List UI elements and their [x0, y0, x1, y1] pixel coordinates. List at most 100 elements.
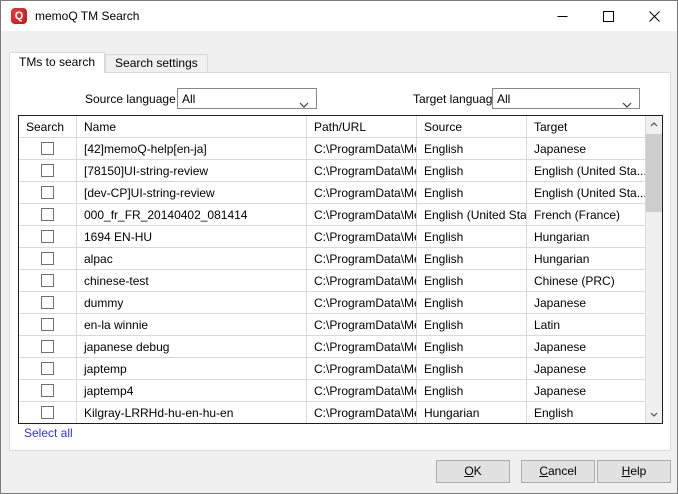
- tm-target-cell: Japanese: [527, 138, 662, 159]
- table-row[interactable]: dummyC:\ProgramData\Me...EnglishJapanese: [19, 292, 662, 314]
- tm-target-cell: Hungarian: [527, 248, 662, 269]
- table-header: Search Name Path/URL Source Target: [19, 116, 662, 138]
- tm-name-cell: chinese-test: [77, 270, 307, 291]
- table-row[interactable]: [78150]UI-string-reviewC:\ProgramData\Me…: [19, 160, 662, 182]
- select-all-link[interactable]: Select all: [24, 426, 73, 440]
- search-checkbox[interactable]: [41, 296, 54, 309]
- search-checkbox[interactable]: [41, 406, 54, 419]
- tm-path-cell: C:\ProgramData\Me...: [307, 160, 417, 181]
- table-row[interactable]: en-la winnieC:\ProgramData\Me...EnglishL…: [19, 314, 662, 336]
- tm-path-cell: C:\ProgramData\Me...: [307, 248, 417, 269]
- tm-source-cell: English: [417, 226, 527, 247]
- tm-name-cell: Kilgray-LRRHd-hu-en-hu-en: [77, 402, 307, 423]
- maximize-icon[interactable]: [585, 1, 631, 31]
- column-header-target[interactable]: Target: [527, 116, 662, 137]
- tm-path-cell: C:\ProgramData\Me...: [307, 226, 417, 247]
- close-icon[interactable]: [631, 1, 677, 31]
- search-cell: [19, 270, 77, 291]
- tm-target-cell: French (France): [527, 204, 662, 225]
- scrollbar-thumb[interactable]: [646, 134, 662, 212]
- table-row[interactable]: 1694 EN-HUC:\ProgramData\Me...EnglishHun…: [19, 226, 662, 248]
- search-checkbox[interactable]: [41, 340, 54, 353]
- search-cell: [19, 336, 77, 357]
- search-checkbox[interactable]: [41, 208, 54, 221]
- tm-name-cell: [78150]UI-string-review: [77, 160, 307, 181]
- table-row[interactable]: chinese-testC:\ProgramData\Me...EnglishC…: [19, 270, 662, 292]
- tm-name-cell: alpac: [77, 248, 307, 269]
- search-cell: [19, 138, 77, 159]
- source-language-label: Source language: [85, 92, 176, 106]
- tm-name-cell: [dev-CP]UI-string-review: [77, 182, 307, 203]
- chevron-down-icon: [299, 97, 309, 111]
- source-language-select[interactable]: All: [177, 88, 317, 109]
- tm-target-cell: Japanese: [527, 292, 662, 313]
- tm-target-cell: Hungarian: [527, 226, 662, 247]
- table-row[interactable]: [dev-CP]UI-string-reviewC:\ProgramData\M…: [19, 182, 662, 204]
- tm-table: Search Name Path/URL Source Target [42]m…: [18, 115, 663, 424]
- tm-source-cell: English: [417, 138, 527, 159]
- tab-page-tms-to-search: Source language All Target language All …: [9, 72, 671, 451]
- tab-search-settings[interactable]: Search settings: [105, 54, 208, 72]
- search-cell: [19, 402, 77, 423]
- tm-target-cell: English (United Sta...: [527, 160, 662, 181]
- tm-path-cell: C:\ProgramData\Me...: [307, 358, 417, 379]
- search-checkbox[interactable]: [41, 318, 54, 331]
- tm-source-cell: English: [417, 380, 527, 401]
- table-row[interactable]: Kilgray-LRRHd-hu-en-hu-enC:\ProgramData\…: [19, 402, 662, 424]
- tm-source-cell: English: [417, 270, 527, 291]
- ok-button[interactable]: OK: [436, 460, 510, 483]
- search-checkbox[interactable]: [41, 362, 54, 375]
- tm-path-cell: C:\ProgramData\Me...: [307, 182, 417, 203]
- column-header-search[interactable]: Search: [19, 116, 77, 137]
- search-cell: [19, 292, 77, 313]
- search-cell: [19, 160, 77, 181]
- column-header-path-url[interactable]: Path/URL: [307, 116, 417, 137]
- tm-target-cell: English (United Sta...: [527, 182, 662, 203]
- table-row[interactable]: 000_fr_FR_20140402_081414C:\ProgramData\…: [19, 204, 662, 226]
- column-header-name[interactable]: Name: [77, 116, 307, 137]
- tm-name-cell: 1694 EN-HU: [77, 226, 307, 247]
- table-row[interactable]: japtempC:\ProgramData\Me...EnglishJapane…: [19, 358, 662, 380]
- tm-path-cell: C:\ProgramData\Me...: [307, 204, 417, 225]
- search-checkbox[interactable]: [41, 252, 54, 265]
- tm-path-cell: C:\ProgramData\Me...: [307, 314, 417, 335]
- table-row[interactable]: alpacC:\ProgramData\Me...EnglishHungaria…: [19, 248, 662, 270]
- tm-source-cell: English: [417, 160, 527, 181]
- search-checkbox[interactable]: [41, 384, 54, 397]
- cancel-button[interactable]: Cancel: [521, 460, 595, 483]
- table-row[interactable]: japtemp4C:\ProgramData\Me...EnglishJapan…: [19, 380, 662, 402]
- tm-target-cell: Japanese: [527, 336, 662, 357]
- vertical-scrollbar[interactable]: [645, 116, 662, 423]
- search-cell: [19, 380, 77, 401]
- search-checkbox[interactable]: [41, 164, 54, 177]
- tm-source-cell: English: [417, 314, 527, 335]
- table-row[interactable]: japanese debugC:\ProgramData\Me...Englis…: [19, 336, 662, 358]
- table-row[interactable]: [42]memoQ-help[en-ja]C:\ProgramData\Me..…: [19, 138, 662, 160]
- tm-name-cell: japanese debug: [77, 336, 307, 357]
- tm-target-cell: Japanese: [527, 380, 662, 401]
- search-checkbox[interactable]: [41, 274, 54, 287]
- search-cell: [19, 182, 77, 203]
- search-cell: [19, 204, 77, 225]
- tabstrip: TMs to search Search settings: [9, 52, 208, 73]
- search-cell: [19, 248, 77, 269]
- search-checkbox[interactable]: [41, 230, 54, 243]
- tm-name-cell: en-la winnie: [77, 314, 307, 335]
- minimize-icon[interactable]: [539, 1, 585, 31]
- help-button[interactable]: Help: [597, 460, 671, 483]
- tm-target-cell: Japanese: [527, 358, 662, 379]
- search-checkbox[interactable]: [41, 142, 54, 155]
- scroll-down-icon[interactable]: [646, 406, 662, 423]
- titlebar[interactable]: Q memoQ TM Search: [1, 1, 677, 31]
- tm-source-cell: English (United Stat...: [417, 204, 527, 225]
- window-controls: [539, 1, 677, 31]
- tab-tms-to-search[interactable]: TMs to search: [9, 52, 105, 73]
- tm-source-cell: English: [417, 248, 527, 269]
- tm-source-cell: English: [417, 358, 527, 379]
- column-header-source[interactable]: Source: [417, 116, 527, 137]
- search-checkbox[interactable]: [41, 186, 54, 199]
- tm-source-cell: English: [417, 336, 527, 357]
- scroll-up-icon[interactable]: [646, 116, 662, 133]
- tm-name-cell: [42]memoQ-help[en-ja]: [77, 138, 307, 159]
- target-language-select[interactable]: All: [492, 88, 640, 109]
